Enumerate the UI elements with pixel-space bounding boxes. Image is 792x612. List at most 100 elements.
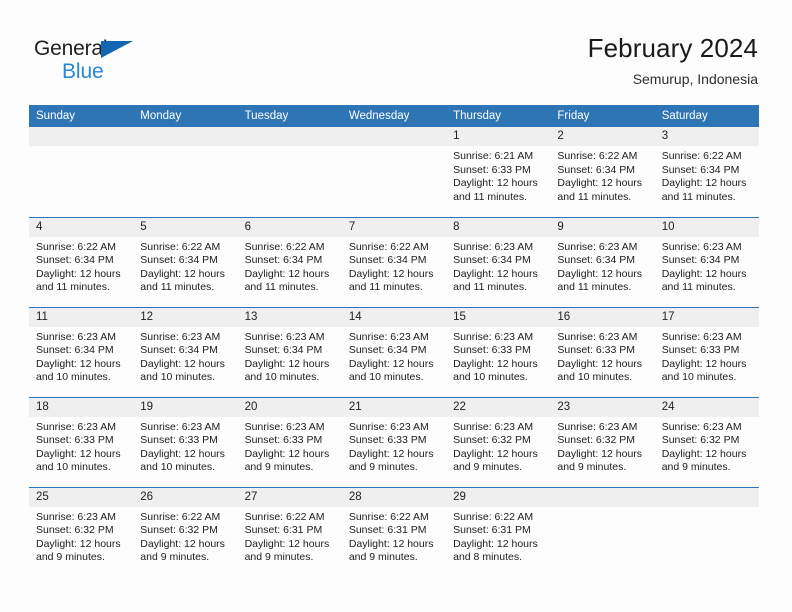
calendar-page: General Blue February 2024 Semurup, Indo…: [0, 0, 792, 612]
page-header: General Blue February 2024 Semurup, Indo…: [0, 0, 792, 104]
title-block: February 2024 Semurup, Indonesia: [588, 32, 758, 88]
calendar-day-cell[interactable]: 10 Sunrise: 6:23 AM Sunset: 6:34 PM Dayligh…: [654, 216, 759, 307]
calendar-day-cell[interactable]: 15 Sunrise: 6:23 AM Sunset: 6:33 PM Dayligh…: [446, 306, 551, 397]
sunrise-text: Sunrise: 6:23 AM: [244, 420, 325, 433]
calendar-empty-cell: [133, 127, 238, 217]
calendar-day-cell[interactable]: 6 Sunrise: 6:22 AM Sunset: 6:34 PM Daylight…: [237, 216, 342, 307]
sunset-text: Sunset: 6:34 PM: [453, 254, 531, 267]
day-details: Sunrise: 6:23 AM Sunset: 6:34 PM Daylight:…: [29, 327, 133, 385]
day-details: Sunrise: 6:23 AM Sunset: 6:33 PM Daylight:…: [133, 417, 237, 475]
sunrise-text: Sunrise: 6:22 AM: [348, 510, 429, 523]
day-details: Sunrise: 6:23 AM Sunset: 6:34 PM Daylight:…: [133, 327, 237, 385]
day-number: 26: [133, 487, 238, 507]
calendar-day-cell[interactable]: 29 Sunrise: 6:22 AM Sunset: 6:31 PM Dayligh…: [446, 486, 551, 577]
daylight-text-line2: and 11 minutes.: [348, 281, 423, 294]
day-details: Sunrise: 6:22 AM Sunset: 6:34 PM Daylight:…: [238, 237, 342, 295]
daylight-text-line2: and 10 minutes.: [453, 371, 528, 384]
calendar-day-cell[interactable]: 27 Sunrise: 6:22 AM Sunset: 6:31 PM Dayligh…: [237, 486, 342, 577]
daylight-text-line2: and 9 minutes.: [661, 461, 731, 474]
sunset-text: Sunset: 6:33 PM: [661, 344, 740, 357]
calendar-day-cell[interactable]: 24 Sunrise: 6:23 AM Sunset: 6:32 PM Dayligh…: [654, 396, 759, 487]
daylight-text-line1: Daylight: 12 hours: [244, 267, 330, 280]
day-number: 14: [341, 307, 447, 327]
calendar-empty-cell: [550, 486, 655, 577]
calendar-day-cell[interactable]: 20 Sunrise: 6:23 AM Sunset: 6:33 PM Dayligh…: [237, 396, 342, 487]
day-number: 3: [654, 127, 759, 146]
calendar-day-cell[interactable]: 26 Sunrise: 6:22 AM Sunset: 6:32 PM Dayligh…: [133, 486, 238, 577]
daylight-text-line2: and 11 minutes.: [661, 281, 736, 294]
day-number: 29: [446, 487, 551, 507]
sunset-text: Sunset: 6:34 PM: [348, 344, 427, 357]
calendar-week-row: 18 Sunrise: 6:23 AM Sunset: 6:33 PM Dayligh…: [29, 396, 759, 487]
calendar-week-row: 4 Sunrise: 6:22 AM Sunset: 6:34 PM Daylight…: [29, 216, 759, 307]
sunrise-text: Sunrise: 6:23 AM: [557, 240, 638, 253]
calendar-day-cell[interactable]: 16 Sunrise: 6:23 AM Sunset: 6:33 PM Dayligh…: [550, 306, 655, 397]
daylight-text-line1: Daylight: 12 hours: [661, 357, 747, 370]
sunset-text: Sunset: 6:34 PM: [557, 163, 636, 176]
day-details: Sunrise: 6:23 AM Sunset: 6:32 PM Daylight:…: [446, 417, 550, 475]
calendar-day-cell[interactable]: 1 Sunrise: 6:21 AM Sunset: 6:33 PM Daylight…: [446, 127, 551, 217]
day-number: 7: [341, 217, 447, 237]
calendar-day-cell[interactable]: 23 Sunrise: 6:23 AM Sunset: 6:32 PM Dayligh…: [550, 396, 655, 487]
general-blue-logo[interactable]: General Blue: [34, 38, 164, 86]
sunrise-text: Sunrise: 6:23 AM: [348, 330, 429, 343]
calendar-day-cell[interactable]: 13 Sunrise: 6:23 AM Sunset: 6:34 PM Dayligh…: [237, 306, 342, 397]
sunrise-text: Sunrise: 6:23 AM: [557, 420, 638, 433]
daylight-text-line1: Daylight: 12 hours: [140, 537, 225, 550]
calendar-day-cell[interactable]: 3 Sunrise: 6:22 AM Sunset: 6:34 PM Daylight…: [654, 127, 759, 217]
sunset-text: Sunset: 6:32 PM: [661, 434, 740, 447]
daylight-text-line1: Daylight: 12 hours: [557, 177, 643, 190]
weekday-header-friday: Friday: [550, 105, 655, 127]
weekday-header-wednesday: Wednesday: [341, 105, 447, 127]
calendar-empty-cell: [341, 127, 447, 217]
calendar-day-cell[interactable]: 5 Sunrise: 6:22 AM Sunset: 6:34 PM Daylight…: [133, 216, 238, 307]
day-details: Sunrise: 6:23 AM Sunset: 6:33 PM Daylight:…: [655, 327, 759, 385]
daylight-text-line2: and 11 minutes.: [244, 281, 319, 294]
calendar-day-cell[interactable]: 21 Sunrise: 6:23 AM Sunset: 6:33 PM Dayligh…: [341, 396, 447, 487]
logo-general-label: General: [34, 37, 108, 60]
daylight-text-line1: Daylight: 12 hours: [244, 447, 330, 460]
calendar-body: 1 Sunrise: 6:21 AM Sunset: 6:33 PM Daylight…: [29, 127, 759, 577]
calendar-day-cell[interactable]: 25 Sunrise: 6:23 AM Sunset: 6:32 PM Dayligh…: [29, 486, 134, 577]
day-details: Sunrise: 6:23 AM Sunset: 6:33 PM Daylight:…: [342, 417, 446, 475]
daylight-text-line1: Daylight: 12 hours: [244, 537, 330, 550]
calendar-day-cell[interactable]: 19 Sunrise: 6:23 AM Sunset: 6:33 PM Dayligh…: [133, 396, 238, 487]
day-number: 15: [446, 307, 551, 327]
sunrise-text: Sunrise: 6:22 AM: [36, 240, 116, 253]
weekday-header-saturday: Saturday: [654, 105, 759, 127]
day-details: Sunrise: 6:22 AM Sunset: 6:31 PM Daylight:…: [446, 507, 550, 565]
calendar-week-row: 1 Sunrise: 6:21 AM Sunset: 6:33 PM Daylight…: [29, 127, 759, 217]
calendar-day-cell[interactable]: 11 Sunrise: 6:23 AM Sunset: 6:34 PM Dayligh…: [29, 306, 134, 397]
triangle-icon: [101, 41, 133, 58]
calendar-day-cell[interactable]: 8 Sunrise: 6:23 AM Sunset: 6:34 PM Daylight…: [446, 216, 551, 307]
calendar-day-cell[interactable]: 9 Sunrise: 6:23 AM Sunset: 6:34 PM Daylight…: [550, 216, 655, 307]
calendar-day-cell[interactable]: 28 Sunrise: 6:22 AM Sunset: 6:31 PM Dayligh…: [341, 486, 447, 577]
sunset-text: Sunset: 6:34 PM: [348, 254, 427, 267]
sunrise-text: Sunrise: 6:22 AM: [244, 510, 325, 523]
day-details: Sunrise: 6:23 AM Sunset: 6:34 PM Daylight:…: [550, 237, 654, 295]
daylight-text-line2: and 11 minutes.: [140, 281, 215, 294]
calendar-day-cell[interactable]: 2 Sunrise: 6:22 AM Sunset: 6:34 PM Daylight…: [550, 127, 655, 217]
day-number: 28: [341, 487, 447, 507]
sunset-text: Sunset: 6:32 PM: [36, 524, 114, 537]
calendar-week-row: 11 Sunrise: 6:23 AM Sunset: 6:34 PM Dayligh…: [29, 306, 759, 397]
daylight-text-line1: Daylight: 12 hours: [557, 447, 643, 460]
calendar-day-cell[interactable]: 18 Sunrise: 6:23 AM Sunset: 6:33 PM Dayligh…: [29, 396, 134, 487]
calendar-day-cell[interactable]: 14 Sunrise: 6:23 AM Sunset: 6:34 PM Dayligh…: [341, 306, 447, 397]
daylight-text-line1: Daylight: 12 hours: [140, 447, 225, 460]
day-number: 22: [446, 397, 551, 417]
calendar-empty-cell: [237, 127, 342, 217]
day-number: 1: [446, 127, 551, 146]
daylight-text-line1: Daylight: 12 hours: [140, 267, 225, 280]
calendar-day-cell[interactable]: 17 Sunrise: 6:23 AM Sunset: 6:33 PM Dayligh…: [654, 306, 759, 397]
calendar-day-cell[interactable]: 22 Sunrise: 6:23 AM Sunset: 6:32 PM Dayligh…: [446, 396, 551, 487]
day-number: 16: [550, 307, 655, 327]
sunset-text: Sunset: 6:33 PM: [557, 344, 636, 357]
calendar-day-cell[interactable]: 4 Sunrise: 6:22 AM Sunset: 6:34 PM Daylight…: [29, 216, 134, 307]
sunrise-text: Sunrise: 6:23 AM: [661, 330, 742, 343]
calendar-day-cell[interactable]: 7 Sunrise: 6:22 AM Sunset: 6:34 PM Daylight…: [341, 216, 447, 307]
daylight-text-line1: Daylight: 12 hours: [661, 267, 747, 280]
calendar-day-cell[interactable]: 12 Sunrise: 6:23 AM Sunset: 6:34 PM Dayligh…: [133, 306, 238, 397]
sunset-text: Sunset: 6:33 PM: [453, 163, 531, 176]
day-number: [341, 127, 447, 146]
